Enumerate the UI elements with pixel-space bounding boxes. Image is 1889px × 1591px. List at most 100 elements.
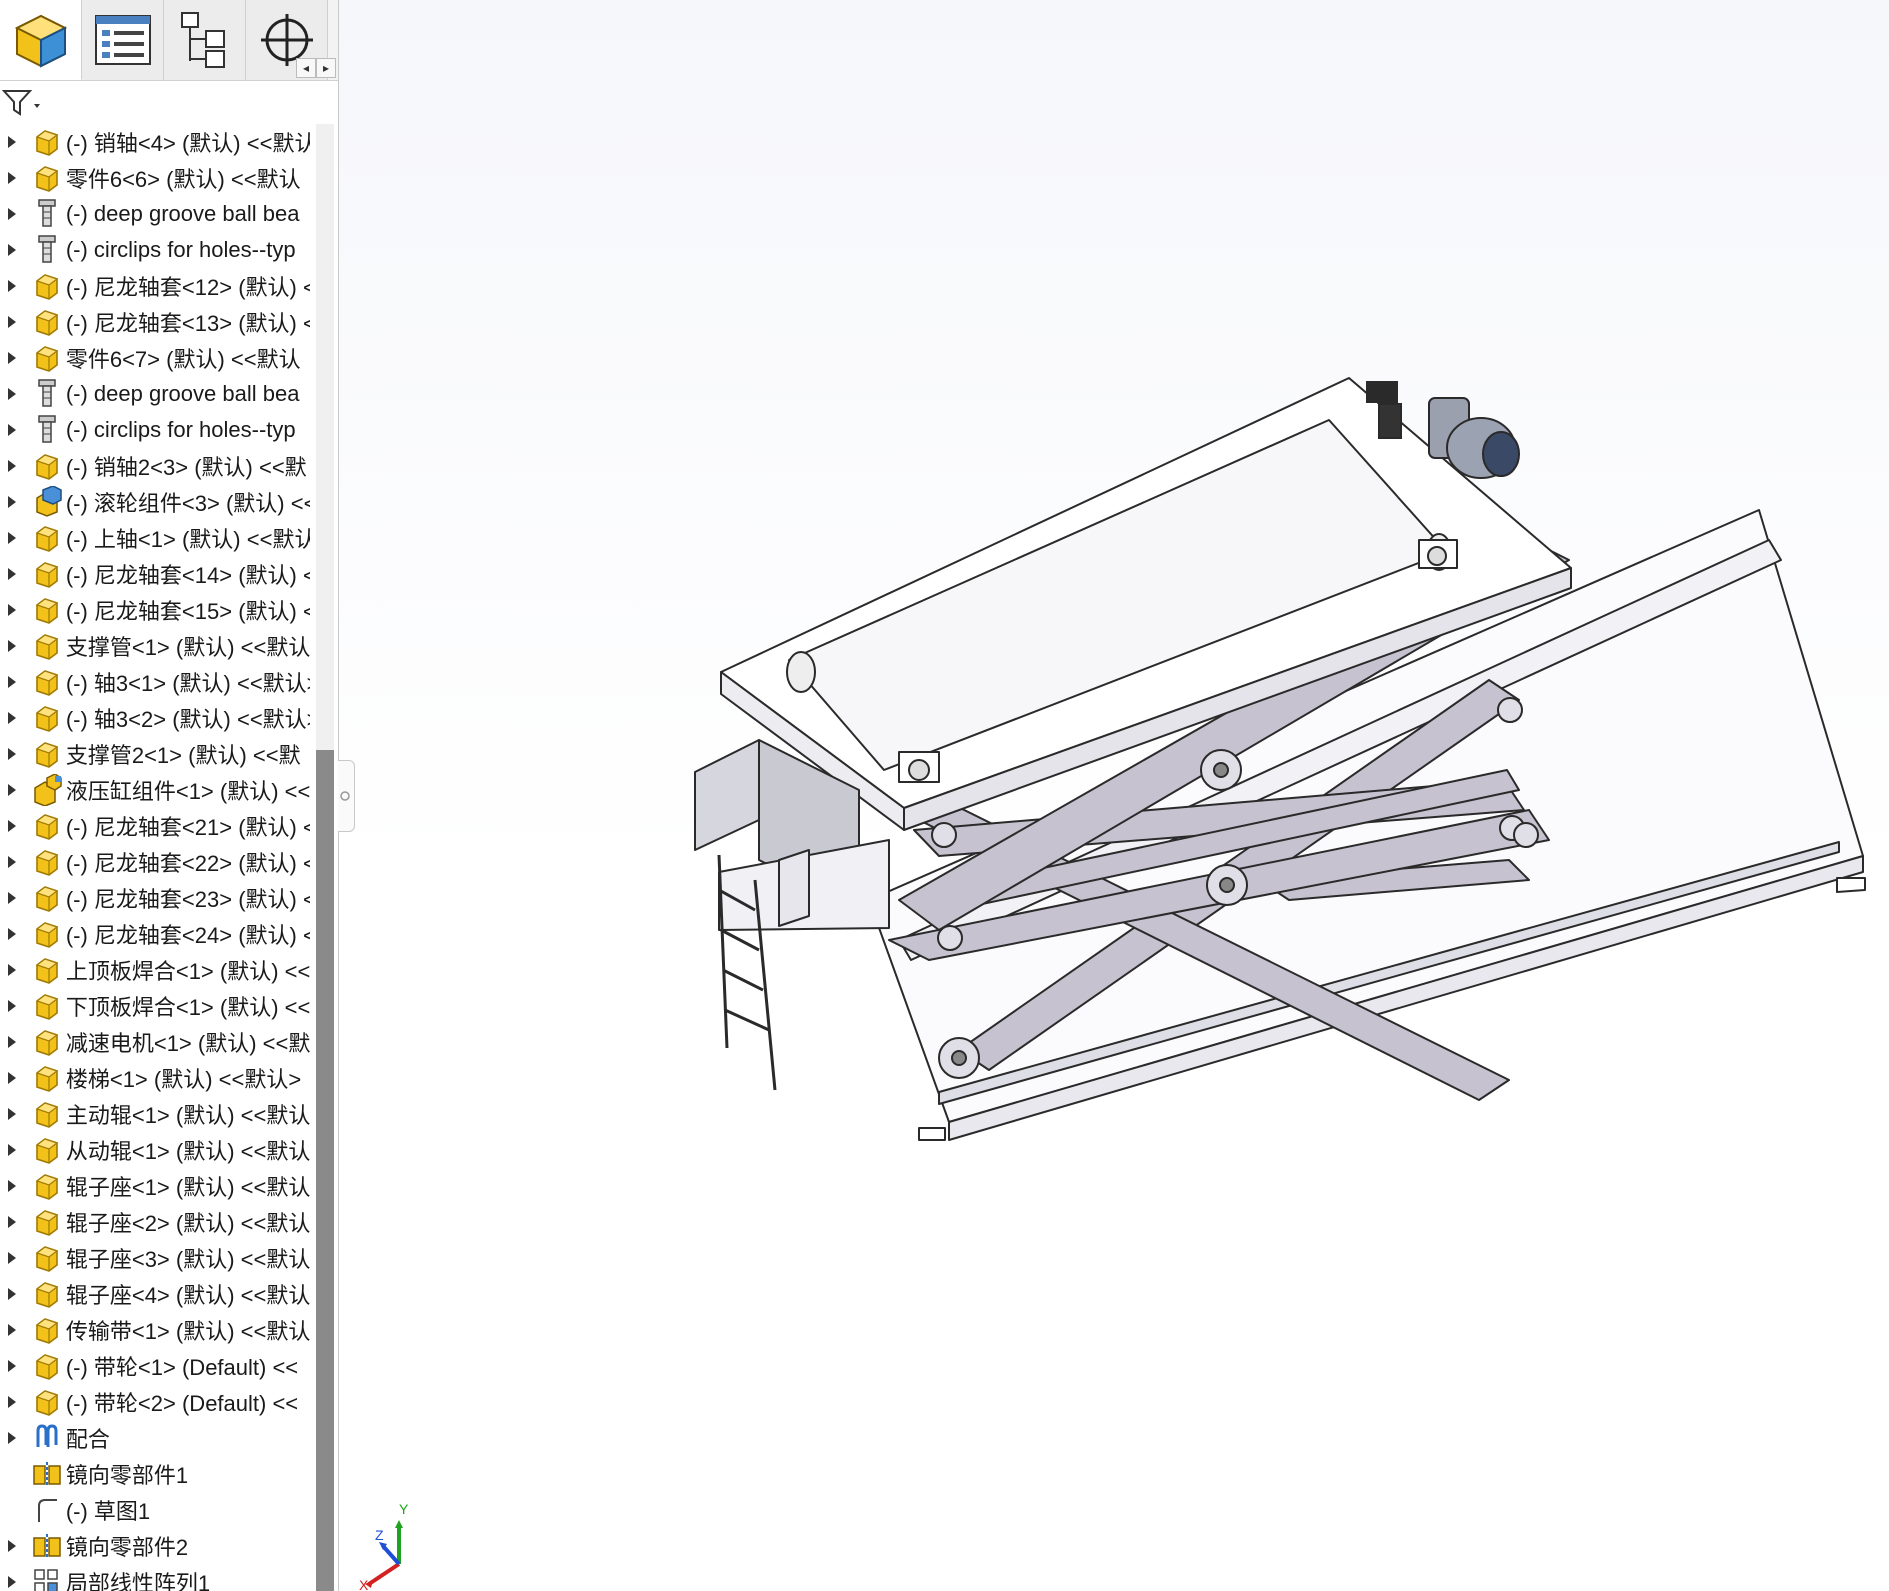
expand-arrow-icon[interactable] <box>6 172 18 184</box>
expand-arrow-icon[interactable] <box>6 388 18 400</box>
expand-arrow-icon[interactable] <box>6 820 18 832</box>
tree-scrollbar[interactable] <box>316 124 334 1591</box>
tab-configuration-manager[interactable] <box>164 0 246 80</box>
tree-item[interactable]: 主动辊<1> (默认) <<默认 <box>0 1096 310 1132</box>
scissor-lift-model[interactable] <box>339 0 1889 1591</box>
tab-scroll-left-button[interactable]: ◂ <box>296 58 316 78</box>
expand-arrow-icon[interactable] <box>6 964 18 976</box>
tree-item[interactable]: 上顶板焊合<1> (默认) << <box>0 952 310 988</box>
tree-item[interactable]: (-) 轴3<1> (默认) <<默认> <box>0 664 310 700</box>
expand-arrow-icon[interactable] <box>6 460 18 472</box>
tree-item-label: (-) 尼龙轴套<22> (默认) < <box>65 851 310 876</box>
expand-arrow-icon[interactable] <box>6 928 18 940</box>
part-icon <box>30 305 64 339</box>
expand-arrow-icon[interactable] <box>6 856 18 868</box>
tree-item[interactable]: (-) 销轴2<3> (默认) <<默 <box>0 448 310 484</box>
expand-arrow-icon[interactable] <box>6 1108 18 1120</box>
expand-arrow-icon[interactable] <box>6 712 18 724</box>
expand-arrow-icon[interactable] <box>6 640 18 652</box>
tree-item[interactable]: (-) 销轴<4> (默认) <<默认 <box>0 124 310 160</box>
tree-item[interactable]: (-) deep groove ball bea <box>0 376 310 412</box>
tree-item[interactable]: 零件6<7> (默认) <<默认 <box>0 340 310 376</box>
tree-item[interactable]: 楼梯<1> (默认) <<默认> <box>0 1060 310 1096</box>
tree-item-label: 支撑管<1> (默认) <<默认> <box>65 635 310 660</box>
tree-item[interactable]: (-) 草图1 <box>0 1492 310 1528</box>
part-icon <box>30 557 64 591</box>
graphics-area[interactable]: Y Z X <box>339 0 1889 1591</box>
expand-arrow-icon[interactable] <box>6 1360 18 1372</box>
expand-arrow-icon[interactable] <box>6 1396 18 1408</box>
expand-arrow-icon[interactable] <box>6 892 18 904</box>
expand-arrow-icon[interactable] <box>6 496 18 508</box>
tree-item[interactable]: (-) 上轴<1> (默认) <<默认 <box>0 520 310 556</box>
tree-item-label: 支撑管2<1> (默认) <<默 <box>65 743 301 768</box>
tree-item[interactable]: 下顶板焊合<1> (默认) << <box>0 988 310 1024</box>
tree-item[interactable]: 局部线性阵列1 <box>0 1564 310 1591</box>
expand-arrow-icon[interactable] <box>6 136 18 148</box>
expand-arrow-icon[interactable] <box>6 208 18 220</box>
expand-arrow-icon[interactable] <box>6 784 18 796</box>
tab-scroll-right-button[interactable]: ▸ <box>316 58 336 78</box>
expand-arrow-icon[interactable] <box>6 748 18 760</box>
expand-arrow-icon[interactable] <box>6 352 18 364</box>
tree-item[interactable]: (-) 滚轮组件<3> (默认) << <box>0 484 310 520</box>
tree-item[interactable]: 辊子座<1> (默认) <<默认 <box>0 1168 310 1204</box>
tree-item[interactable]: (-) circlips for holes--typ <box>0 412 310 448</box>
tree-item[interactable]: 辊子座<2> (默认) <<默认 <box>0 1204 310 1240</box>
tree-item[interactable]: (-) circlips for holes--typ <box>0 232 310 268</box>
filter-funnel-icon[interactable] <box>2 88 42 118</box>
expand-arrow-icon[interactable] <box>6 1036 18 1048</box>
tree-item[interactable]: 辊子座<3> (默认) <<默认 <box>0 1240 310 1276</box>
expand-arrow-icon[interactable] <box>6 676 18 688</box>
tree-item[interactable]: (-) 尼龙轴套<12> (默认) < <box>0 268 310 304</box>
tree-item[interactable]: 辊子座<4> (默认) <<默认 <box>0 1276 310 1312</box>
expand-arrow-icon[interactable] <box>6 1252 18 1264</box>
tree-item[interactable]: (-) 尼龙轴套<15> (默认) < <box>0 592 310 628</box>
expand-arrow-icon[interactable] <box>6 1000 18 1012</box>
expand-arrow-icon[interactable] <box>6 244 18 256</box>
tree-item[interactable]: (-) 带轮<2> (Default) << <box>0 1384 310 1420</box>
tree-item[interactable]: 支撑管2<1> (默认) <<默 <box>0 736 310 772</box>
tab-property-manager[interactable] <box>82 0 164 80</box>
tree-item[interactable]: (-) 尼龙轴套<23> (默认) < <box>0 880 310 916</box>
tree-item[interactable]: 减速电机<1> (默认) <<默 <box>0 1024 310 1060</box>
expand-arrow-icon[interactable] <box>6 604 18 616</box>
tree-item[interactable]: 传输带<1> (默认) <<默认 <box>0 1312 310 1348</box>
tree-item-label: (-) 销轴2<3> (默认) <<默 <box>65 455 307 480</box>
tree-item[interactable]: (-) deep groove ball bea <box>0 196 310 232</box>
tree-item[interactable]: 零件6<6> (默认) <<默认 <box>0 160 310 196</box>
expand-arrow-icon[interactable] <box>6 280 18 292</box>
expand-arrow-icon[interactable] <box>6 1288 18 1300</box>
tree-item[interactable]: 配合 <box>0 1420 310 1456</box>
expand-arrow-icon[interactable] <box>6 424 18 436</box>
expand-arrow-icon[interactable] <box>6 568 18 580</box>
tree-item-label: 主动辊<1> (默认) <<默认 <box>65 1103 310 1128</box>
expand-arrow-icon[interactable] <box>6 1576 18 1588</box>
panel-collapse-handle[interactable] <box>338 760 355 832</box>
expand-arrow-icon[interactable] <box>6 1072 18 1084</box>
tree-item[interactable]: (-) 尼龙轴套<21> (默认) < <box>0 808 310 844</box>
tree-item[interactable]: 镜向零部件2 <box>0 1528 310 1564</box>
tree-item[interactable]: (-) 尼龙轴套<14> (默认) < <box>0 556 310 592</box>
expand-arrow-icon[interactable] <box>6 316 18 328</box>
tree-item[interactable]: (-) 尼龙轴套<24> (默认) < <box>0 916 310 952</box>
tree-item[interactable]: (-) 轴3<2> (默认) <<默认> <box>0 700 310 736</box>
expand-arrow-icon[interactable] <box>6 1216 18 1228</box>
tree-item[interactable]: (-) 尼龙轴套<13> (默认) < <box>0 304 310 340</box>
expand-arrow-icon[interactable] <box>6 1540 18 1552</box>
expand-arrow-icon[interactable] <box>6 1432 18 1444</box>
tree-item-label: (-) 尼龙轴套<12> (默认) < <box>65 275 310 300</box>
tree-item[interactable]: (-) 尼龙轴套<22> (默认) < <box>0 844 310 880</box>
part-icon <box>30 665 64 699</box>
expand-arrow-icon[interactable] <box>6 1144 18 1156</box>
tree-item[interactable]: (-) 带轮<1> (Default) << <box>0 1348 310 1384</box>
tab-feature-manager[interactable] <box>0 0 82 80</box>
tree-scroll-thumb[interactable] <box>316 750 334 1591</box>
tree-item[interactable]: 液压缸组件<1> (默认) << <box>0 772 310 808</box>
expand-arrow-icon[interactable] <box>6 1180 18 1192</box>
expand-arrow-icon[interactable] <box>6 532 18 544</box>
tree-item[interactable]: 支撑管<1> (默认) <<默认> <box>0 628 310 664</box>
tree-item[interactable]: 从动辊<1> (默认) <<默认 <box>0 1132 310 1168</box>
expand-arrow-icon[interactable] <box>6 1324 18 1336</box>
tree-item[interactable]: 镜向零部件1 <box>0 1456 310 1492</box>
